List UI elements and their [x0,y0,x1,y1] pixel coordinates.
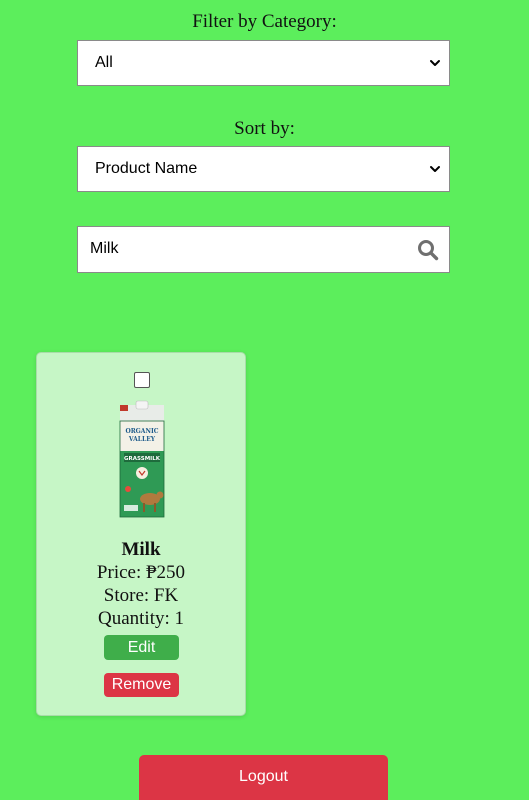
brand-logo-line1: ORGANIC [125,428,158,435]
select-product-checkbox[interactable] [134,372,150,388]
search-icon[interactable] [417,239,439,261]
filter-category-label: Filter by Category: [192,11,337,32]
product-quantity: Quantity: 1 [97,608,185,629]
sort-by-label: Sort by: [234,118,295,139]
search-field [77,226,450,273]
logout-button[interactable]: Logout [139,755,388,800]
chevron-down-icon [430,166,440,172]
product-label-text: GRASSMILK [124,456,161,462]
sort-select[interactable]: Product Name [77,146,450,192]
product-name: Milk [121,539,161,560]
chevron-down-icon [430,60,440,66]
product-image: ORGANIC VALLEY GRASSMILK [119,400,165,518]
search-input[interactable] [90,237,390,261]
product-store: Store: FK [103,585,179,606]
category-select[interactable]: All [77,40,450,86]
product-price: Price: ₱250 [96,562,186,583]
product-card: ORGANIC VALLEY GRASSMILK Milk Price: ₱25… [36,352,246,716]
sort-select-value: Product Name [95,160,198,177]
edit-button[interactable]: Edit [104,635,179,660]
remove-button[interactable]: Remove [104,673,179,697]
brand-logo-line2: VALLEY [128,436,156,443]
category-select-value: All [95,54,113,71]
